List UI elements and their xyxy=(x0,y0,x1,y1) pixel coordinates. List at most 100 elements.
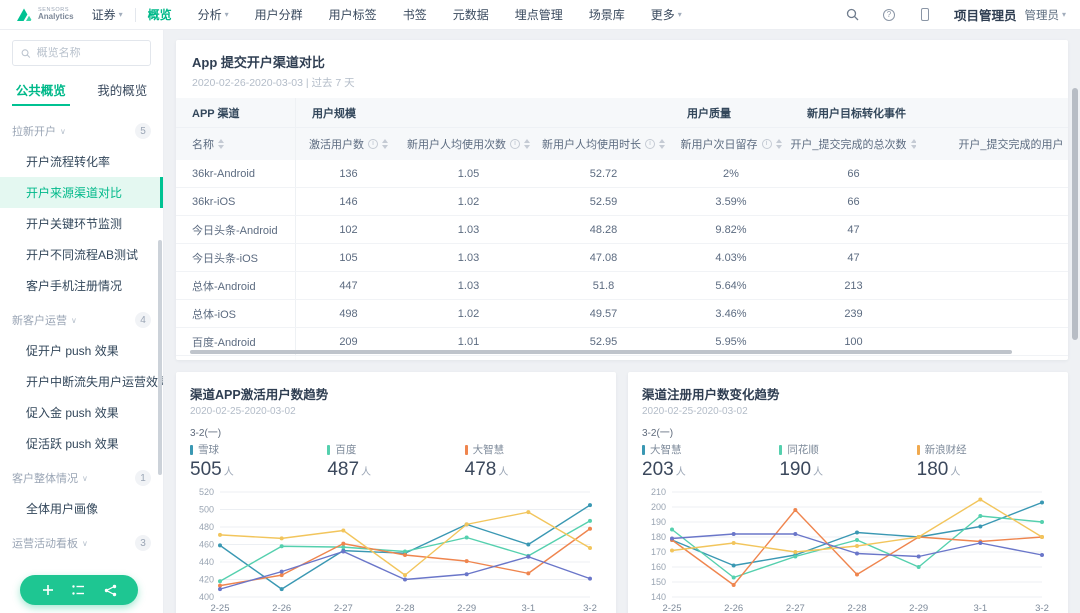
sidebar-item[interactable]: 开户中断流失用户运营效果 xyxy=(0,366,163,397)
svg-text:3-1: 3-1 xyxy=(521,603,535,613)
nav-item[interactable]: 埋点管理 xyxy=(515,6,563,23)
column-header[interactable]: 新用户人均使用时长i xyxy=(536,136,671,152)
nav-item[interactable]: 分析▾ xyxy=(198,6,229,23)
table-group-header: APP 渠道 xyxy=(176,98,296,127)
group-count-badge: 4 xyxy=(135,312,151,328)
sidebar-group[interactable]: 运营活动看板∨3 xyxy=(0,528,163,558)
overview-search[interactable] xyxy=(12,40,151,66)
svg-text:2-26: 2-26 xyxy=(724,603,743,613)
channel-name-cell: 百度-iOS xyxy=(176,356,296,360)
share-button[interactable] xyxy=(100,580,120,600)
main-content: App 提交开户渠道对比 2020-02-26-2020-03-03 | 过去 … xyxy=(164,30,1080,613)
chart-stats: 雪球505人百度487人大智慧478人 xyxy=(190,442,602,481)
sort-icon[interactable] xyxy=(776,139,782,149)
project-name: 项目管理员 xyxy=(954,5,1017,24)
sidebar-scrollbar[interactable] xyxy=(158,240,162,475)
value-cell: 66 xyxy=(791,196,916,208)
sidebar-item[interactable]: 促入金 push 效果 xyxy=(0,397,163,428)
sidebar-item[interactable]: 会员活动 xyxy=(0,558,163,567)
sidebar-item[interactable]: 开户来源渠道对比 xyxy=(0,177,163,208)
mobile-icon[interactable] xyxy=(918,8,932,22)
charts-row: 渠道APP激活用户数趋势 2020-02-25-2020-03-02 3-2(一… xyxy=(176,372,1068,613)
sidebar-item[interactable]: 客户手机注册情况 xyxy=(0,270,163,301)
nav-item[interactable]: 更多▾ xyxy=(651,6,682,23)
activation-trend-card: 渠道APP激活用户数趋势 2020-02-25-2020-03-02 3-2(一… xyxy=(176,372,616,613)
card-date-range: 2020-02-26-2020-03-03 | 过去 7 天 xyxy=(192,75,1052,90)
main-nav: 概览 分析▾ 用户分群 用户标签 书签 元数据 埋点管理 场景库 更多▾ xyxy=(148,6,682,23)
page-scrollbar[interactable] xyxy=(1072,88,1078,340)
svg-text:150: 150 xyxy=(651,577,666,587)
table-horizontal-scrollbar[interactable] xyxy=(190,350,1012,354)
chart-focus-date: 3-2(一) xyxy=(190,424,602,439)
role-menu[interactable]: 管理员▾ xyxy=(1024,7,1066,23)
nav-item[interactable]: 场景库 xyxy=(589,6,625,23)
svg-text:500: 500 xyxy=(199,505,214,515)
svg-text:170: 170 xyxy=(651,547,666,557)
sort-icon[interactable] xyxy=(382,139,388,149)
stat-block: 大智慧478人 xyxy=(465,442,602,481)
sidebar-item[interactable]: 开户关键环节监测 xyxy=(0,208,163,239)
sidebar-item[interactable]: 全体用户画像 xyxy=(0,493,163,524)
nav-item[interactable]: 概览 xyxy=(148,6,172,23)
column-header[interactable]: 开户_提交完成的用户 xyxy=(916,136,1068,152)
column-header[interactable]: 新用户次日留存i xyxy=(671,136,791,152)
search-icon[interactable] xyxy=(846,8,860,22)
sidebar: 公共概览 我的概览 拉新开户∨5开户流程转化率开户来源渠道对比开户关键环节监测开… xyxy=(0,30,164,613)
value-cell: 239 xyxy=(791,308,916,320)
search-icon xyxy=(21,48,31,59)
nav-item[interactable]: 书签 xyxy=(403,6,427,23)
column-header[interactable]: 激活用户数i xyxy=(296,136,401,152)
value-cell: 49.57 xyxy=(536,308,671,320)
svg-text:2-25: 2-25 xyxy=(662,603,681,613)
value-cell: 1.05 xyxy=(401,168,536,180)
add-button[interactable] xyxy=(38,580,58,600)
svg-text:2-29: 2-29 xyxy=(909,603,928,613)
sort-icon[interactable] xyxy=(218,139,224,149)
table-row: 今日头条-iOS1051.0347.084.03%47 xyxy=(176,244,1068,272)
list-button[interactable] xyxy=(69,580,89,600)
brand-logo[interactable]: SENSORS Analytics xyxy=(14,6,74,24)
svg-text:2-28: 2-28 xyxy=(847,603,866,613)
sidebar-group[interactable]: 新客户运营∨4 xyxy=(0,305,163,335)
sort-icon[interactable] xyxy=(659,139,665,149)
channel-name-cell: 今日头条-Android xyxy=(176,216,296,243)
value-cell: 102 xyxy=(296,224,401,236)
sidebar-group[interactable]: 拉新开户∨5 xyxy=(0,116,163,146)
svg-text:3-2: 3-2 xyxy=(583,603,597,613)
chevron-down-icon: ∨ xyxy=(71,316,77,325)
chevron-down-icon: ∨ xyxy=(60,127,66,136)
info-icon[interactable]: i xyxy=(510,139,520,149)
svg-text:520: 520 xyxy=(199,487,214,497)
nav-item[interactable]: 元数据 xyxy=(453,6,489,23)
help-icon[interactable]: ? xyxy=(882,8,896,22)
overview-list: 拉新开户∨5开户流程转化率开户来源渠道对比开户关键环节监测开户不同流程AB测试客… xyxy=(0,112,163,567)
sidebar-item[interactable]: 促开户 push 效果 xyxy=(0,335,163,366)
sort-icon[interactable] xyxy=(524,139,530,149)
sidebar-group[interactable]: 客户整体情况∨1 xyxy=(0,463,163,493)
value-cell: 48.28 xyxy=(536,224,671,236)
svg-text:420: 420 xyxy=(199,575,214,585)
nav-item[interactable]: 用户标签 xyxy=(329,6,377,23)
value-cell: 498 xyxy=(296,308,401,320)
info-icon[interactable]: i xyxy=(645,139,655,149)
info-icon[interactable]: i xyxy=(762,139,772,149)
column-header[interactable]: 新用户人均使用次数i xyxy=(401,136,536,152)
project-switcher[interactable]: 证券▾ xyxy=(92,6,123,23)
sidebar-item[interactable]: 开户流程转化率 xyxy=(0,146,163,177)
value-cell: 47.08 xyxy=(536,252,671,264)
search-input[interactable] xyxy=(37,47,142,59)
value-cell: 1.03 xyxy=(401,280,536,292)
tab-my-overview[interactable]: 我的概览 xyxy=(82,72,164,106)
nav-item[interactable]: 用户分群 xyxy=(255,6,303,23)
column-header[interactable]: 名称 xyxy=(176,128,296,160)
value-cell: 52.95 xyxy=(536,336,671,348)
table-row: 今日头条-Android1021.0348.289.82%47 xyxy=(176,216,1068,244)
chart-date-range: 2020-02-25-2020-03-02 xyxy=(642,406,1054,417)
sidebar-item[interactable]: 促活跃 push 效果 xyxy=(0,428,163,459)
svg-text:3-2: 3-2 xyxy=(1035,603,1049,613)
column-header[interactable]: 开户_提交完成的总次数 xyxy=(791,136,916,152)
registration-trend-card: 渠道注册用户数变化趋势 2020-02-25-2020-03-02 3-2(一)… xyxy=(628,372,1068,613)
tab-public-overview[interactable]: 公共概览 xyxy=(0,72,82,106)
info-icon[interactable]: i xyxy=(368,139,378,149)
sidebar-item[interactable]: 开户不同流程AB测试 xyxy=(0,239,163,270)
